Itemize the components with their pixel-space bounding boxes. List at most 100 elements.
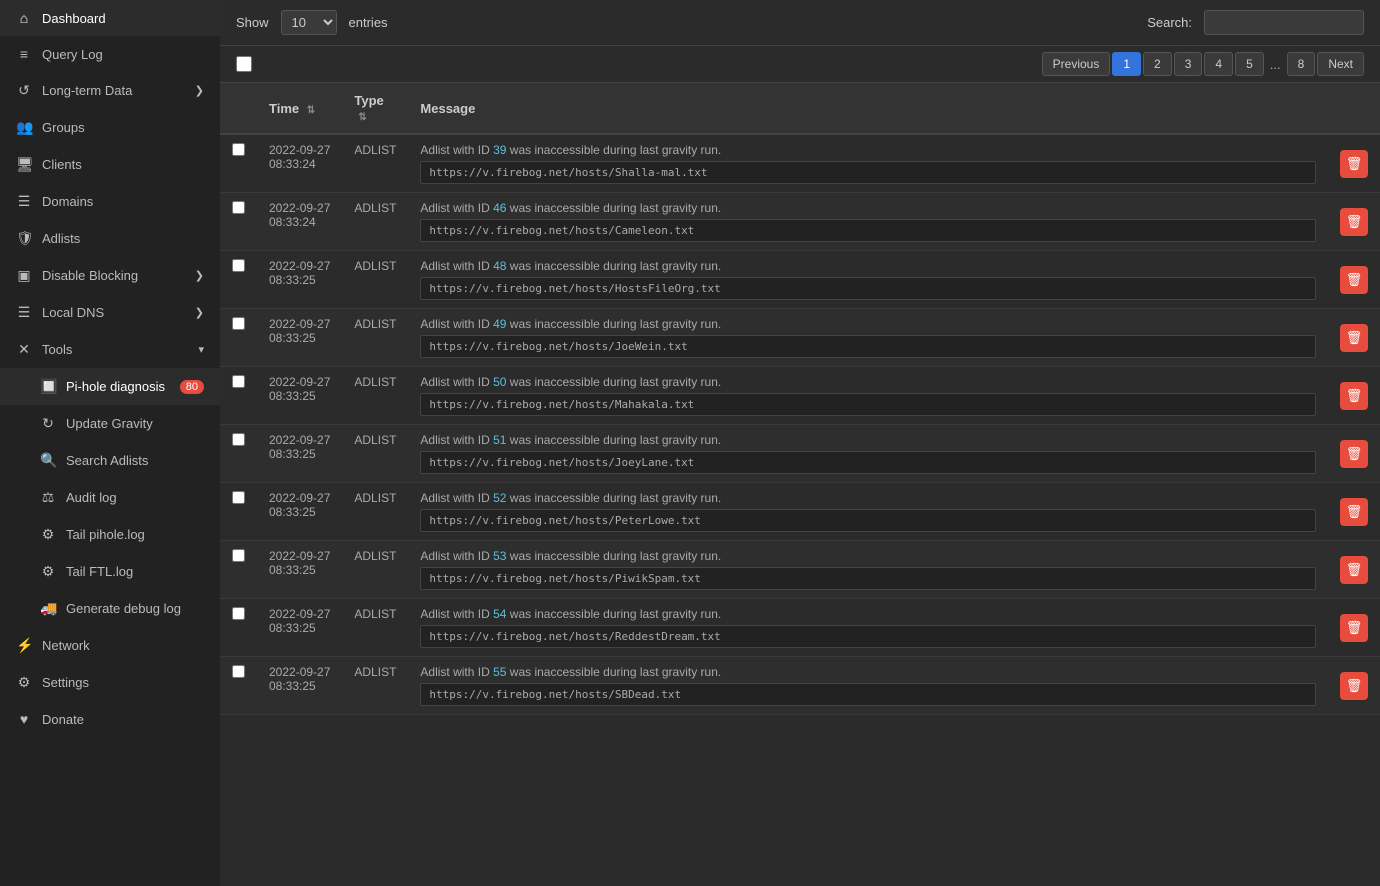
row-checkbox-cell [220,541,257,599]
previous-button[interactable]: Previous [1042,52,1111,76]
adlist-id-link[interactable]: 48 [493,259,506,273]
row-checkbox[interactable] [232,549,245,562]
row-type: ADLIST [342,483,408,541]
delete-button[interactable]: 🗑 [1340,208,1368,236]
row-checkbox[interactable] [232,607,245,620]
row-time: 2022-09-2708:33:25 [257,541,342,599]
row-checkbox[interactable] [232,317,245,330]
page-5-button[interactable]: 5 [1235,52,1264,76]
search-input[interactable] [1204,10,1364,35]
sidebar-item-query-log[interactable]: ≡ Query Log [0,36,220,72]
sidebar-item-clients[interactable]: 🖥 Clients [0,146,220,183]
row-delete-cell: 🗑 [1328,251,1380,309]
delete-button[interactable]: 🗑 [1340,672,1368,700]
main-content: Show 10 25 50 100 entries Search: Previo… [220,0,1380,886]
table-row: 2022-09-2708:33:25ADLISTAdlist with ID 5… [220,541,1380,599]
table-row: 2022-09-2708:33:25ADLISTAdlist with ID 5… [220,657,1380,715]
row-type: ADLIST [342,134,408,193]
row-checkbox[interactable] [232,665,245,678]
delete-button[interactable]: 🗑 [1340,150,1368,178]
row-message: Adlist with ID 46 was inaccessible durin… [408,193,1328,251]
row-delete-cell: 🗑 [1328,541,1380,599]
delete-button[interactable]: 🗑 [1340,614,1368,642]
sidebar-item-disable-blocking[interactable]: ▣ Disable Blocking ❯ [0,257,220,294]
row-checkbox-cell [220,251,257,309]
delete-button[interactable]: 🗑 [1340,498,1368,526]
row-checkbox[interactable] [232,375,245,388]
delete-button[interactable]: 🗑 [1340,266,1368,294]
page-8-button[interactable]: 8 [1287,52,1316,76]
sidebar-item-dashboard[interactable]: ⌂ Dashboard [0,0,220,36]
sidebar-item-domains[interactable]: ☰ Domains [0,183,220,220]
query-log-icon: ≡ [16,46,32,62]
page-2-button[interactable]: 2 [1143,52,1172,76]
adlist-url: https://v.firebog.net/hosts/PeterLowe.tx… [420,509,1316,532]
search-adlists-icon: 🔍 [40,452,56,469]
sidebar-item-network[interactable]: ⚡ Network [0,627,220,664]
adlist-id-link[interactable]: 55 [493,665,506,679]
delete-button[interactable]: 🗑 [1340,440,1368,468]
sidebar: ⌂ Dashboard ≡ Query Log ↺ Long-term Data… [0,0,220,886]
sidebar-item-generate-debug[interactable]: 🚚 Generate debug log [0,590,220,627]
delete-button[interactable]: 🗑 [1340,382,1368,410]
sidebar-item-update-gravity[interactable]: ↻ Update Gravity [0,405,220,442]
sidebar-item-local-dns[interactable]: ☰ Local DNS ❯ [0,294,220,331]
adlist-id-link[interactable]: 50 [493,375,506,389]
sidebar-item-adlists[interactable]: 🛡 Adlists [0,220,220,257]
row-checkbox[interactable] [232,201,245,214]
adlist-id-link[interactable]: 53 [493,549,506,563]
sidebar-item-audit-log[interactable]: ⚖ Audit log [0,479,220,516]
adlist-id-link[interactable]: 51 [493,433,506,447]
row-message-text: Adlist with ID 53 was inaccessible durin… [420,549,1316,563]
sidebar-item-long-term-data[interactable]: ↺ Long-term Data ❯ [0,72,220,109]
sidebar-item-label: Tail FTL.log [66,564,133,579]
row-type: ADLIST [342,367,408,425]
row-checkbox[interactable] [232,143,245,156]
sidebar-item-groups[interactable]: 👥 Groups [0,109,220,146]
chevron-right-icon: ❯ [195,269,204,282]
row-delete-cell: 🗑 [1328,367,1380,425]
sidebar-item-donate[interactable]: ♥ Donate [0,701,220,737]
generate-debug-icon: 🚚 [40,600,56,617]
sidebar-item-label: Settings [42,675,89,690]
row-time: 2022-09-2708:33:25 [257,657,342,715]
next-button[interactable]: Next [1317,52,1364,76]
adlist-id-link[interactable]: 49 [493,317,506,331]
sidebar-item-search-adlists[interactable]: 🔍 Search Adlists [0,442,220,479]
delete-button[interactable]: 🗑 [1340,556,1368,584]
page-3-button[interactable]: 3 [1174,52,1203,76]
adlist-id-link[interactable]: 39 [493,143,506,157]
row-delete-cell: 🗑 [1328,483,1380,541]
row-checkbox[interactable] [232,259,245,272]
row-checkbox[interactable] [232,491,245,504]
sidebar-item-settings[interactable]: ⚙ Settings [0,664,220,701]
row-checkbox-cell [220,599,257,657]
adlist-id-link[interactable]: 52 [493,491,506,505]
show-entries-select[interactable]: 10 25 50 100 [281,10,337,35]
col-type[interactable]: Type ⇅ [342,83,408,134]
sidebar-item-tools[interactable]: ✕ Tools ▾ [0,331,220,368]
col-action [1328,83,1380,134]
sidebar-item-tail-ftl[interactable]: ⚙ Tail FTL.log [0,553,220,590]
page-4-button[interactable]: 4 [1204,52,1233,76]
diagnosis-badge: 80 [180,380,204,394]
row-time: 2022-09-2708:33:25 [257,599,342,657]
adlist-id-link[interactable]: 46 [493,201,506,215]
page-1-button[interactable]: 1 [1112,52,1141,76]
row-checkbox[interactable] [232,433,245,446]
col-time[interactable]: Time ⇅ [257,83,342,134]
adlist-url: https://v.firebog.net/hosts/Mahakala.txt [420,393,1316,416]
sidebar-item-label: Domains [42,194,93,209]
table-row: 2022-09-2708:33:25ADLISTAdlist with ID 5… [220,367,1380,425]
adlists-icon: 🛡 [16,230,32,247]
sidebar-item-label: Search Adlists [66,453,148,468]
row-delete-cell: 🗑 [1328,425,1380,483]
select-all-checkbox[interactable] [236,56,252,72]
diagnosis-icon: 🔲 [40,378,56,395]
delete-button[interactable]: 🗑 [1340,324,1368,352]
adlist-id-link[interactable]: 54 [493,607,506,621]
sidebar-item-pi-hole-diagnosis[interactable]: 🔲 Pi-hole diagnosis 80 [0,368,220,405]
col-message: Message [408,83,1328,134]
search-label: Search: [1147,15,1192,30]
sidebar-item-tail-pihole[interactable]: ⚙ Tail pihole.log [0,516,220,553]
